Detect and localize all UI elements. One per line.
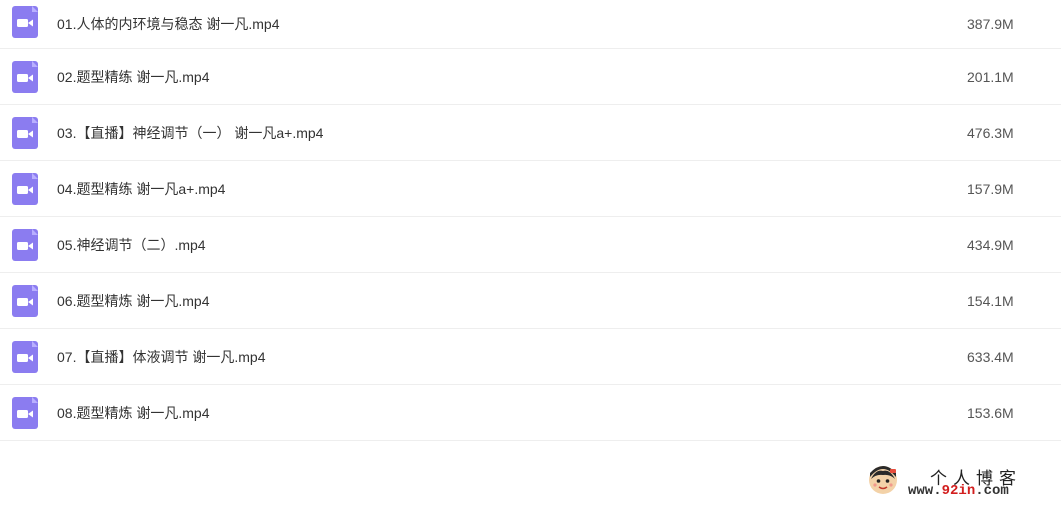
file-size: 434.9M (967, 236, 1014, 253)
file-row-3[interactable]: 03.【直播】神经调节（一） 谢一凡a+.mp4 476.3M (0, 105, 1061, 161)
watermark: 个人博客 www.92in.com (868, 462, 1058, 502)
file-name[interactable]: 08.题型精炼 谢一凡.mp4 (57, 403, 209, 423)
file-name[interactable]: 03.【直播】神经调节（一） 谢一凡a+.mp4 (57, 123, 323, 143)
file-row-5[interactable]: 05.神经调节（二）.mp4 434.9M (0, 217, 1061, 273)
file-name[interactable]: 06.题型精炼 谢一凡.mp4 (57, 291, 209, 311)
watermark-url: www.92in.com (908, 483, 1009, 499)
video-file-icon (12, 228, 38, 261)
file-row-1[interactable]: 01.人体的内环境与稳态 谢一凡.mp4 387.9M (0, 0, 1061, 49)
video-file-icon (12, 284, 38, 317)
video-file-icon (12, 396, 38, 429)
video-file-icon (12, 340, 38, 373)
file-row-8[interactable]: 08.题型精炼 谢一凡.mp4 153.6M (0, 385, 1061, 441)
video-file-icon (12, 6, 38, 38)
file-name[interactable]: 04.题型精练 谢一凡a+.mp4 (57, 179, 225, 199)
file-name[interactable]: 01.人体的内环境与稳态 谢一凡.mp4 (57, 14, 279, 34)
blog-avatar-icon (869, 466, 897, 494)
file-size: 387.9M (967, 16, 1014, 32)
video-file-icon (12, 172, 38, 205)
file-size: 154.1M (967, 292, 1014, 309)
file-name[interactable]: 05.神经调节（二）.mp4 (57, 235, 206, 255)
file-size: 201.1M (967, 68, 1014, 85)
file-row-2[interactable]: 02.题型精练 谢一凡.mp4 201.1M (0, 49, 1061, 105)
file-name[interactable]: 02.题型精练 谢一凡.mp4 (57, 67, 209, 87)
file-size: 633.4M (967, 348, 1014, 365)
file-size: 157.9M (967, 180, 1014, 197)
file-name[interactable]: 07.【直播】体液调节 谢一凡.mp4 (57, 347, 265, 367)
watermark-url-accent: 92in (941, 483, 976, 499)
watermark-url-prefix: www. (908, 483, 942, 499)
file-size: 153.6M (967, 404, 1014, 421)
video-file-icon (12, 60, 38, 93)
video-file-icon (12, 116, 38, 149)
file-list: 01.人体的内环境与稳态 谢一凡.mp4 387.9M 02.题型精练 谢一凡.… (0, 0, 1061, 441)
file-row-6[interactable]: 06.题型精炼 谢一凡.mp4 154.1M (0, 273, 1061, 329)
file-row-7[interactable]: 07.【直播】体液调节 谢一凡.mp4 633.4M (0, 329, 1061, 385)
watermark-url-suffix: .com (975, 483, 1009, 499)
file-row-4[interactable]: 04.题型精练 谢一凡a+.mp4 157.9M (0, 161, 1061, 217)
file-size: 476.3M (967, 124, 1014, 141)
